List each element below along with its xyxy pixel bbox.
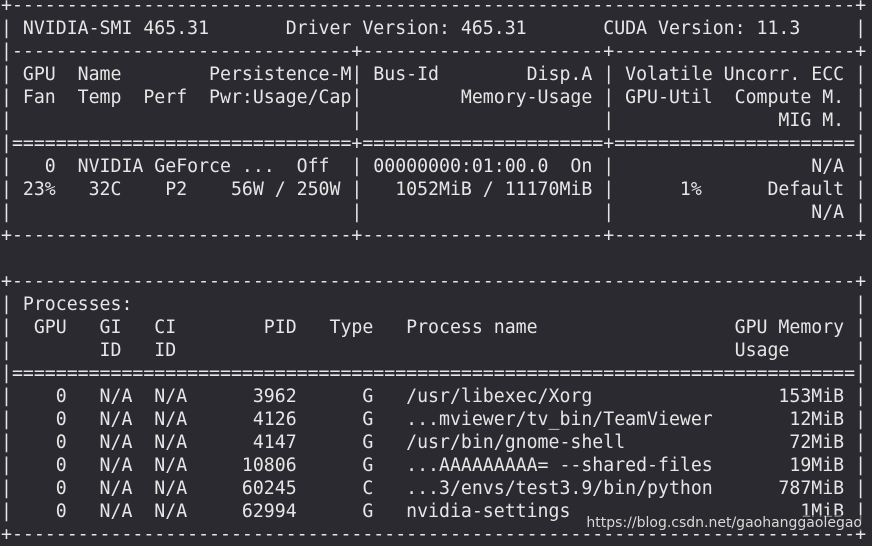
processes-column-header-1: | GPU GI CI PID Type Process name GPU Me…	[1, 317, 867, 338]
table-bottom-border: +-------------------------------+-------…	[1, 225, 867, 246]
watermark-text: https://blog.csdn.net/gaohanggaolegao	[586, 515, 862, 531]
nvidia-smi-output: +---------------------------------------…	[1, 0, 872, 546]
gpu-row-1: | 0 NVIDIA GeForce ... Off | 00000000:01…	[1, 156, 867, 177]
processes-column-header-2: | ID ID Usage |	[1, 340, 867, 361]
processes-double-divider: |=======================================…	[1, 363, 867, 384]
gpu-column-header-3: | | | MIG M. |	[1, 110, 867, 131]
terminal-window[interactable]: +---------------------------------------…	[1, 0, 872, 545]
process-row: | 0 N/A N/A 4147 G /usr/bin/gnome-shell …	[1, 432, 867, 453]
process-row: | 0 N/A N/A 4126 G ...mviewer/tv_bin/Tea…	[1, 409, 867, 430]
table-double-divider: |===============================+=======…	[1, 133, 867, 154]
process-row: | 0 N/A N/A 60245 C ...3/envs/test3.9/bi…	[1, 478, 867, 499]
gpu-column-header-1: | GPU Name Persistence-M| Bus-Id Disp.A …	[1, 64, 867, 85]
gpu-row-3: | | | N/A |	[1, 202, 867, 223]
smi-header-line: | NVIDIA-SMI 465.31 Driver Version: 465.…	[1, 18, 867, 39]
table-divider: |-------------------------------+-------…	[1, 41, 867, 62]
process-row: | 0 N/A N/A 3962 G /usr/libexec/Xorg 153…	[1, 386, 867, 407]
process-row: | 0 N/A N/A 10806 G ...AAAAAAAAA= --shar…	[1, 455, 867, 476]
processes-top-border: +---------------------------------------…	[1, 271, 867, 292]
processes-title: | Processes: |	[1, 294, 867, 315]
table-top-border: +---------------------------------------…	[1, 0, 867, 16]
gpu-column-header-2: | Fan Temp Perf Pwr:Usage/Cap| Memory-Us…	[1, 87, 867, 108]
gpu-row-2: | 23% 32C P2 56W / 250W | 1052MiB / 1117…	[1, 179, 867, 200]
